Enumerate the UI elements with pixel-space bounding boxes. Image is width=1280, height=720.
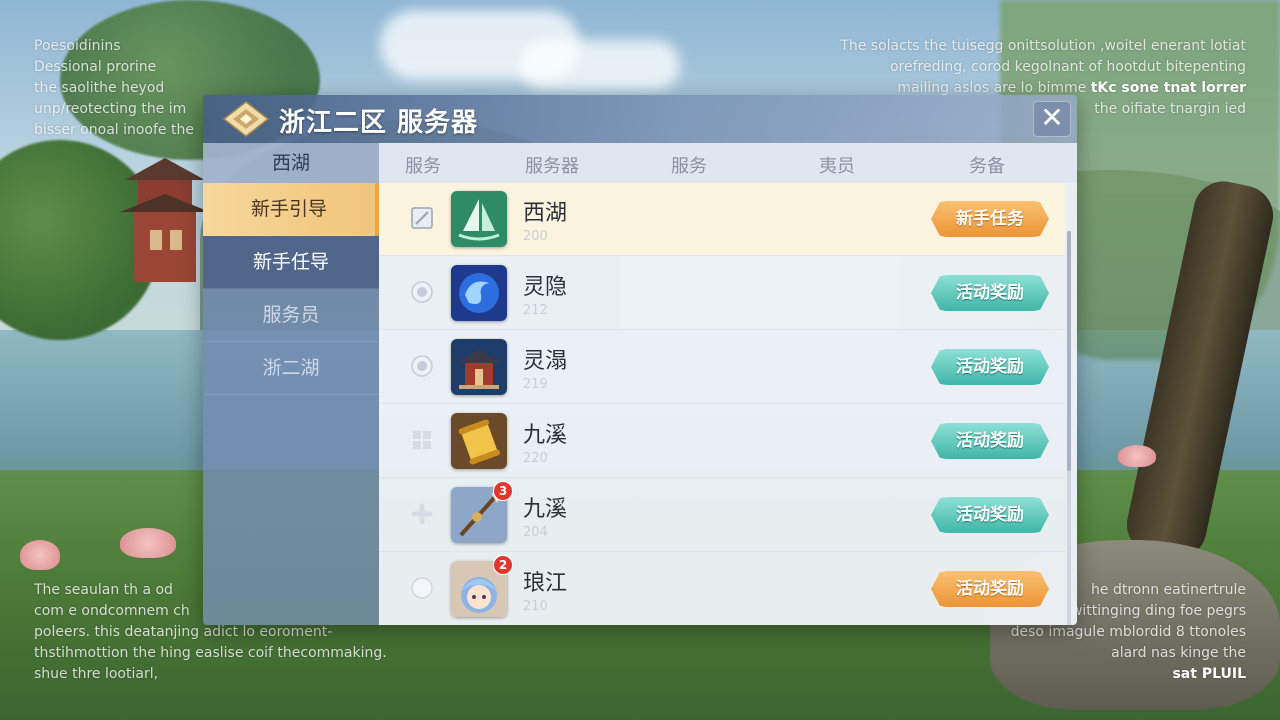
server-name: 西湖	[523, 201, 568, 226]
overlay-text-bottom-right-bold: sat PLUIL	[1172, 666, 1246, 682]
sailboat-icon	[451, 191, 507, 247]
close-button[interactable]: ✕	[1033, 101, 1071, 137]
diamond-emblem-icon	[223, 101, 269, 137]
sidebar: 西湖 新手引导 新手任导 服务员 浙二湖	[203, 143, 379, 625]
server-action-button[interactable]: 新手任务	[931, 201, 1049, 237]
scrollbar-thumb[interactable]	[1067, 231, 1071, 471]
pagoda-icon	[120, 158, 210, 282]
radio-empty-icon[interactable]	[411, 577, 433, 599]
lotus-flower	[20, 540, 60, 570]
notification-badge: 2	[493, 555, 513, 575]
server-number: 204	[523, 525, 548, 540]
dialog-titlebar: 浙江二区 服务器 ✕	[203, 95, 1077, 143]
server-action-button[interactable]: 活动奖励	[931, 423, 1049, 459]
server-number: 220	[523, 451, 548, 466]
server-row[interactable]: 2 琅江 210 活动奖励	[379, 553, 1065, 625]
pavilion-icon	[451, 339, 507, 395]
server-row[interactable]: 西湖 200 新手任务	[379, 183, 1065, 256]
server-row[interactable]: 3 九溪 204 活动奖励	[379, 479, 1065, 552]
server-number: 219	[523, 377, 548, 392]
server-name: 琅江	[523, 571, 568, 596]
swirl-orb-icon	[451, 265, 507, 321]
radio-icon[interactable]	[411, 281, 433, 303]
notification-badge: 3	[493, 481, 513, 501]
server-number: 210	[523, 599, 548, 614]
sidebar-item-2[interactable]: 服务员	[203, 289, 379, 342]
sidebar-item-0[interactable]: 新手引导	[203, 183, 379, 236]
server-number: 200	[523, 229, 548, 244]
server-action-button[interactable]: 活动奖励	[931, 275, 1049, 311]
overlay-text-top-right-bold: tKc sone tnat lorrer	[1090, 80, 1246, 96]
column-header: 务备	[969, 156, 1005, 177]
overlay-text-top-left: Poesoidinins Dessional prorine the saoli…	[34, 38, 194, 138]
lotus-flower	[1118, 445, 1156, 467]
sidebar-item-3[interactable]: 浙二湖	[203, 342, 379, 395]
server-name: 灵溻	[523, 349, 568, 374]
server-list-panel: 服务 服务器 服务 夷员 务备 西湖 200 新手任务 灵隐 212 活动奖励 …	[379, 143, 1077, 625]
sidebar-header: 西湖	[203, 143, 379, 183]
server-action-button[interactable]: 活动奖励	[931, 571, 1049, 607]
checkbox-checked-icon[interactable]	[411, 207, 433, 229]
column-header: 服务	[405, 156, 441, 177]
radio-icon[interactable]	[411, 355, 433, 377]
column-header: 服务器	[525, 156, 579, 177]
grid-icon[interactable]	[411, 429, 433, 451]
server-list: 西湖 200 新手任务 灵隐 212 活动奖励 灵溻 219 活动奖励 九溪 2…	[379, 183, 1065, 625]
server-action-button[interactable]: 活动奖励	[931, 349, 1049, 385]
overlay-text-top-right-line4: the oifiate tnargin ied	[1094, 101, 1246, 117]
server-row[interactable]: 灵溻 219 活动奖励	[379, 331, 1065, 404]
column-header: 夷员	[819, 156, 855, 177]
server-name: 九溪	[523, 497, 568, 522]
cloud	[520, 40, 680, 90]
server-name: 灵隐	[523, 275, 568, 300]
server-name: 九溪	[523, 423, 568, 448]
server-action-button[interactable]: 活动奖励	[931, 497, 1049, 533]
server-row[interactable]: 灵隐 212 活动奖励	[379, 257, 1065, 330]
server-row[interactable]: 九溪 220 活动奖励	[379, 405, 1065, 478]
server-select-dialog: 浙江二区 服务器 ✕ 西湖 新手引导 新手任导 服务员 浙二湖 服务 服务器 服…	[203, 95, 1077, 625]
scroll-icon	[451, 413, 507, 469]
server-number: 212	[523, 303, 548, 318]
lotus-flower	[120, 528, 176, 558]
scrollbar[interactable]	[1067, 231, 1071, 625]
plus-icon[interactable]	[411, 503, 433, 525]
column-header: 服务	[671, 156, 707, 177]
dialog-title: 浙江二区 服务器	[279, 108, 479, 138]
sidebar-item-1[interactable]: 新手任导	[203, 236, 379, 289]
column-header-row: 服务 服务器 服务 夷员 务备	[379, 143, 1077, 183]
